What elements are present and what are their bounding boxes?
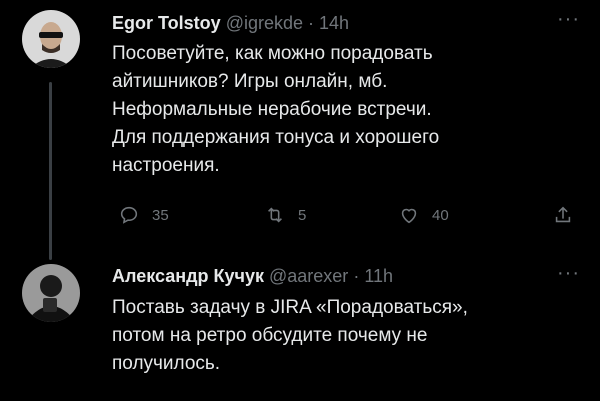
text-line: получилось. (112, 353, 221, 374)
text-line: потом на ретро обсудите почему не (112, 325, 428, 346)
text-line: Поставь задачу в JIRA «Порадоваться», (112, 297, 468, 318)
more-icon[interactable]: ··· (557, 262, 580, 285)
meta-separator: · (353, 266, 360, 286)
tweet-2[interactable]: Александр Кучук @aarexer · 11h ··· Поста… (0, 0, 600, 401)
tweet-time[interactable]: 11h (364, 266, 393, 286)
author-handle[interactable]: @aarexer (269, 266, 348, 286)
avatar-aleksandr-kuchuk[interactable] (22, 264, 80, 322)
author-name[interactable]: Александр Кучук (112, 266, 264, 286)
tweet-2-header: Александр Кучук @aarexer · 11h (112, 266, 393, 287)
tweet-2-text: Поставь задачу в JIRA «Порадоваться», по… (112, 294, 582, 378)
